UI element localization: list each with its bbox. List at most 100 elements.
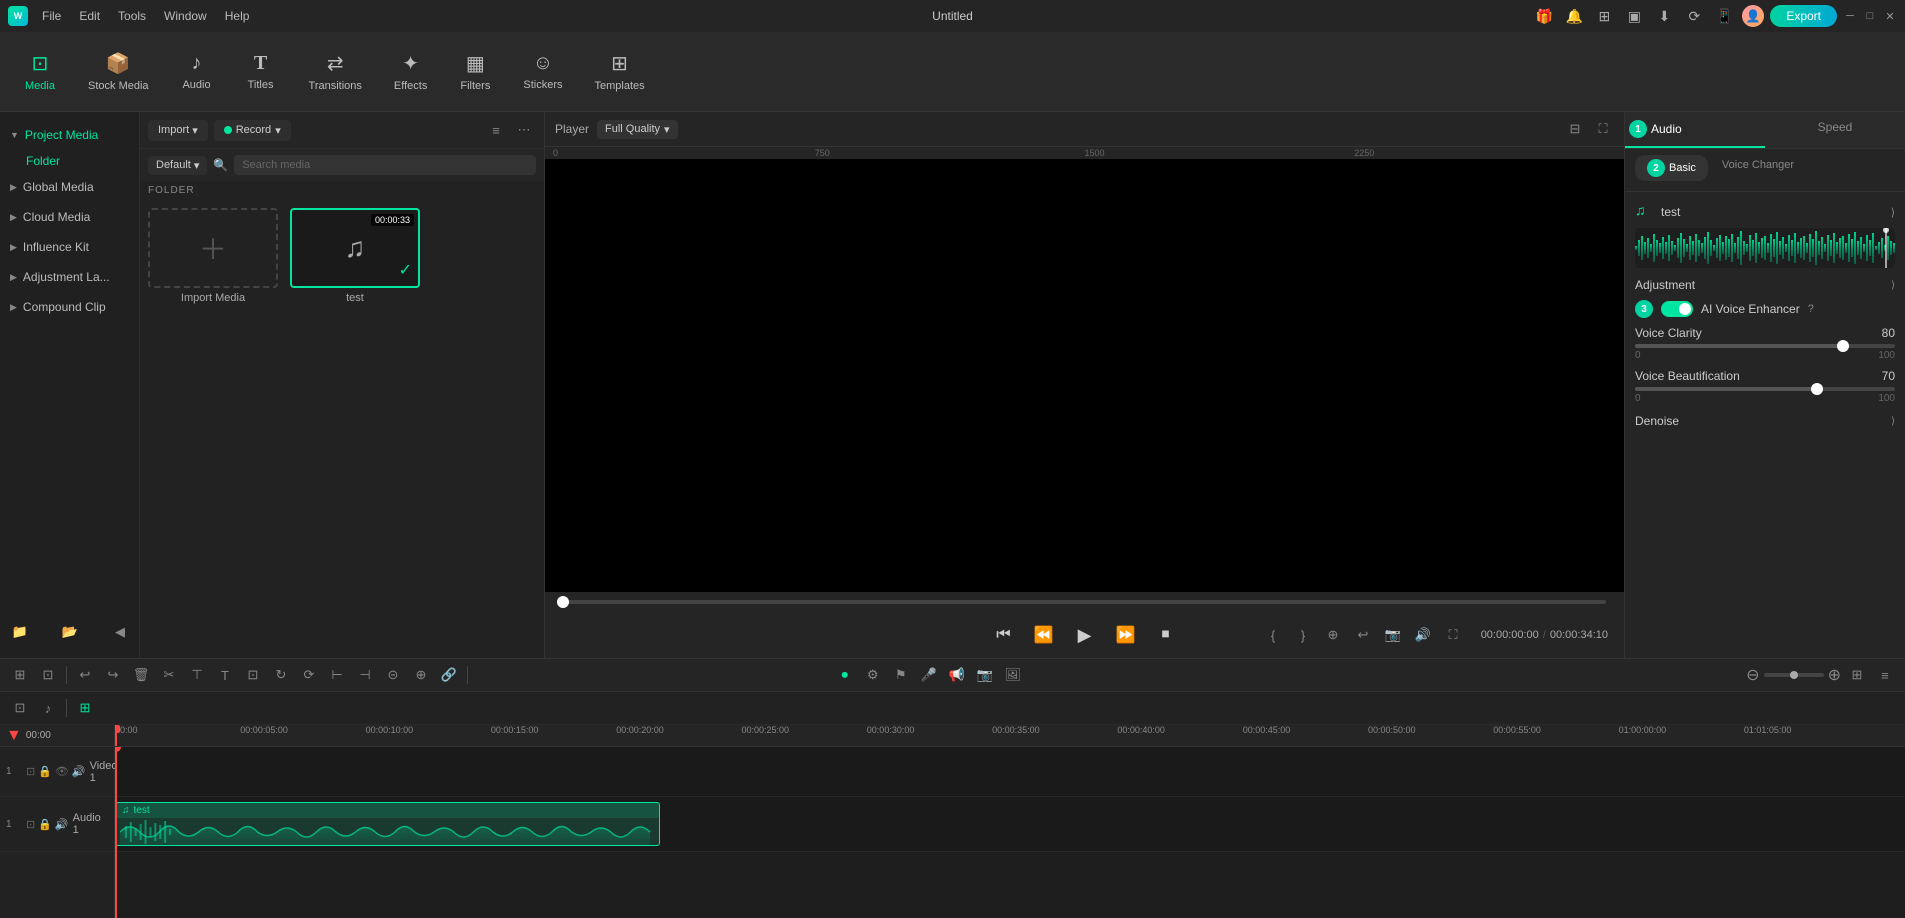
add-to-timeline-icon[interactable]: ⊕: [1322, 624, 1344, 646]
tl-record-icon[interactable]: ⏺: [833, 663, 857, 687]
list-view-icon[interactable]: ≡: [1873, 663, 1897, 687]
volume-icon[interactable]: 🔊: [1412, 624, 1434, 646]
add-video-track-icon[interactable]: ⊡: [8, 696, 32, 720]
audio-clip-block[interactable]: ♫ test: [115, 802, 660, 846]
sidebar-folder[interactable]: Folder: [0, 150, 139, 172]
step-forward-icon[interactable]: ⏩: [1112, 621, 1140, 649]
rotate-icon[interactable]: ⟳: [297, 663, 321, 687]
snapshot-icon[interactable]: 📷: [1382, 624, 1404, 646]
close-button[interactable]: ✕: [1883, 9, 1897, 23]
tl-settings-icon[interactable]: ⚙: [861, 663, 885, 687]
playhead-audio[interactable]: [115, 797, 117, 851]
video-track-icon[interactable]: ⊡: [26, 765, 35, 778]
filter-icon[interactable]: ≡: [484, 118, 508, 142]
loop-icon[interactable]: ↻: [269, 663, 293, 687]
mark-in-icon[interactable]: {: [1262, 624, 1284, 646]
media-thumb-test[interactable]: 00:00:33 ♫ ✓: [290, 208, 420, 288]
sync-icon[interactable]: ⟳: [1682, 4, 1706, 28]
voice-clarity-thumb[interactable]: [1837, 340, 1849, 352]
layout1-icon[interactable]: ⊞: [1592, 4, 1616, 28]
tl-snapshot-icon[interactable]: 🖼: [1001, 663, 1025, 687]
split-audio-icon[interactable]: ⊝: [381, 663, 405, 687]
sidebar-item-compound-clip[interactable]: ▶ Compound Clip: [0, 292, 139, 322]
video-eye-icon[interactable]: 👁: [55, 765, 69, 778]
undo-icon[interactable]: ↩: [73, 663, 97, 687]
menu-edit[interactable]: Edit: [71, 5, 108, 27]
text-tool-icon[interactable]: T: [213, 663, 237, 687]
record-button[interactable]: Record ▾: [214, 120, 291, 141]
redo-icon[interactable]: ↪: [101, 663, 125, 687]
split-view-icon[interactable]: ⊟: [1564, 118, 1586, 140]
phone-icon[interactable]: 📱: [1712, 4, 1736, 28]
toolbar-item-effects[interactable]: ✦ Effects: [380, 45, 441, 98]
stop-icon[interactable]: ⏹: [1152, 621, 1180, 649]
audio-mute-icon[interactable]: 🔊: [55, 818, 69, 831]
help-icon[interactable]: ?: [1808, 303, 1814, 315]
notification-icon[interactable]: 🔔: [1562, 4, 1586, 28]
import-button[interactable]: Import ▾: [148, 120, 208, 141]
skip-back-icon[interactable]: ⏮: [990, 621, 1018, 649]
quality-select[interactable]: Full Quality ▾: [597, 120, 678, 139]
zoom-in-icon[interactable]: ⊕: [1828, 665, 1841, 685]
tab-audio[interactable]: 1 Audio: [1625, 112, 1765, 148]
audio-track-icon[interactable]: ⊡: [26, 818, 35, 831]
default-view-button[interactable]: Default ▾: [148, 156, 207, 175]
video-lock-icon[interactable]: 🔒: [38, 765, 52, 778]
fullscreen-icon[interactable]: ⛶: [1592, 118, 1614, 140]
tl-cam-icon[interactable]: 📷: [973, 663, 997, 687]
voice-clarity-track[interactable]: [1635, 344, 1895, 348]
toolbar-item-transitions[interactable]: ⇄ Transitions: [295, 45, 376, 98]
layout2-icon[interactable]: ▣: [1622, 4, 1646, 28]
scene-detect-icon[interactable]: ⊞: [8, 663, 32, 687]
trim-end-icon[interactable]: ⊣: [353, 663, 377, 687]
search-input[interactable]: [234, 155, 536, 175]
tab-voice-changer[interactable]: Voice Changer: [1710, 155, 1806, 181]
multicam-icon[interactable]: ⊡: [36, 663, 60, 687]
tl-flag-icon[interactable]: ⚑: [889, 663, 913, 687]
toolbar-item-stock[interactable]: 📦 Stock Media: [74, 45, 163, 98]
delete-icon[interactable]: 🗑: [129, 663, 153, 687]
ai-enhancer-toggle[interactable]: [1661, 301, 1693, 317]
grid-view-icon[interactable]: ⊞: [1845, 663, 1869, 687]
trim-start-icon[interactable]: ⊢: [325, 663, 349, 687]
download-icon[interactable]: ⬇: [1652, 4, 1676, 28]
toolbar-item-titles[interactable]: T Titles: [231, 46, 291, 97]
scrubber-bar[interactable]: [563, 600, 1606, 604]
add-folder-icon[interactable]: 📁: [8, 620, 32, 644]
link-icon[interactable]: 🔗: [437, 663, 461, 687]
add-bin-icon[interactable]: 📂: [58, 620, 82, 644]
sidebar-item-cloud-media[interactable]: ▶ Cloud Media: [0, 202, 139, 232]
zoom-out-icon[interactable]: ⊖: [1746, 665, 1759, 685]
sidebar-item-influence-kit[interactable]: ▶ Influence Kit: [0, 232, 139, 262]
toolbar-item-audio[interactable]: ♪ Audio: [167, 46, 227, 97]
export-button[interactable]: Export: [1770, 5, 1837, 27]
audio-lock-icon[interactable]: 🔒: [38, 818, 52, 831]
avatar[interactable]: 👤: [1742, 5, 1764, 27]
cut-icon[interactable]: ✂: [157, 663, 181, 687]
zoom-slider[interactable]: [1764, 673, 1824, 677]
tab-speed[interactable]: Speed: [1765, 112, 1905, 148]
media-item-test[interactable]: 00:00:33 ♫ ✓ test: [290, 208, 420, 304]
track-head-icon[interactable]: ⊞: [73, 696, 97, 720]
toolbar-item-filters[interactable]: ▦ Filters: [445, 45, 505, 98]
menu-tools[interactable]: Tools: [110, 5, 154, 27]
collapse-icon[interactable]: ◀: [108, 620, 132, 644]
loop-icon[interactable]: ↩: [1352, 624, 1374, 646]
toolbar-item-media[interactable]: ⊡ Media: [10, 45, 70, 98]
scrubber-thumb[interactable]: [557, 596, 569, 608]
sidebar-item-adjustment[interactable]: ▶ Adjustment La...: [0, 262, 139, 292]
player-scrubber[interactable]: [545, 592, 1624, 612]
mark-out-icon[interactable]: }: [1292, 624, 1314, 646]
sidebar-item-global-media[interactable]: ▶ Global Media: [0, 172, 139, 202]
gift-icon[interactable]: 🎁: [1532, 4, 1556, 28]
play-button[interactable]: ▶: [1070, 620, 1100, 650]
toolbar-item-templates[interactable]: ⊞ Templates: [580, 45, 658, 98]
step-back-icon[interactable]: ⏪: [1030, 621, 1058, 649]
tl-mic-icon[interactable]: 🎤: [917, 663, 941, 687]
audio-split-icon[interactable]: ⊤: [185, 663, 209, 687]
denoise-arrow-icon[interactable]: ⟩: [1891, 416, 1895, 427]
crop-icon[interactable]: ⊡: [241, 663, 265, 687]
video-mute-icon[interactable]: 🔊: [72, 765, 86, 778]
sidebar-item-project-media[interactable]: ▼ Project Media: [0, 120, 139, 150]
menu-help[interactable]: Help: [217, 5, 258, 27]
